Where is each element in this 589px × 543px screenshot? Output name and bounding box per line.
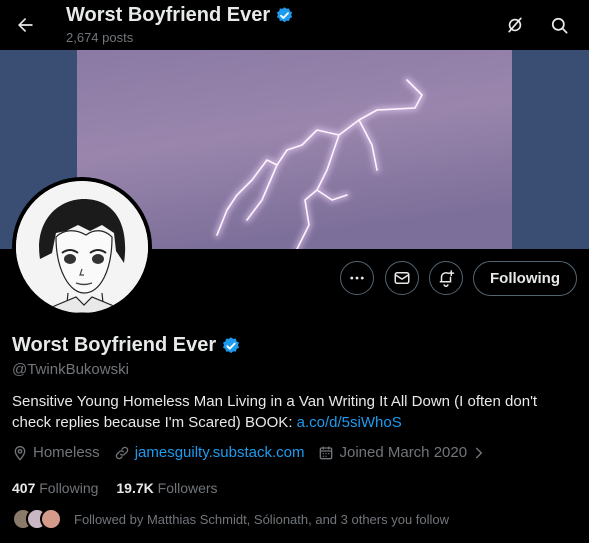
back-arrow-icon xyxy=(18,18,33,32)
joined-text: Joined March 2020 xyxy=(339,444,468,461)
following-stat[interactable]: 407 Following xyxy=(12,480,98,496)
chevron-right-icon xyxy=(476,447,483,458)
followers-label: Followers xyxy=(157,480,218,496)
header-title: Worst Boyfriend Ever xyxy=(66,4,271,26)
mutual-avatar xyxy=(40,508,62,530)
message-button[interactable] xyxy=(385,261,419,295)
search-button[interactable] xyxy=(544,10,574,40)
verified-badge-icon xyxy=(277,6,293,22)
notification-bell-icon xyxy=(439,270,455,287)
website-item: jamesguilty.substack.com xyxy=(114,444,305,461)
top-bar: Worst Boyfriend Ever 2,674 posts xyxy=(0,0,589,50)
display-name: Worst Boyfriend Ever xyxy=(12,334,217,356)
link-icon xyxy=(115,446,128,459)
search-icon xyxy=(551,17,567,33)
location-text: Homeless xyxy=(33,444,100,461)
header-title-block: Worst Boyfriend Ever 2,674 posts xyxy=(66,3,294,45)
profile-bio: Sensitive Young Homeless Man Living in a… xyxy=(12,391,577,433)
more-button[interactable] xyxy=(340,261,374,295)
location-pin-icon xyxy=(14,445,26,461)
profile-stats: 407 Following 19.7K Followers xyxy=(12,480,236,496)
following-count: 407 xyxy=(12,480,36,496)
grok-button[interactable] xyxy=(500,10,530,40)
profile-handle: @TwinkBukowski xyxy=(12,361,129,378)
notifications-button[interactable] xyxy=(429,261,463,295)
profile-name-row: Worst Boyfriend Ever xyxy=(12,334,241,357)
bio-text: Sensitive Young Homeless Man Living in a… xyxy=(12,393,538,431)
profile-meta: Homeless jamesguilty.substack.com Joined… xyxy=(12,444,500,461)
followed-by-text: Followed by Matthias Schmidt, Sólionath,… xyxy=(74,511,450,527)
followers-count: 19.7K xyxy=(116,480,154,496)
mail-icon xyxy=(394,272,410,284)
location-item: Homeless xyxy=(12,444,100,461)
more-icon xyxy=(350,276,364,280)
profile-avatar[interactable] xyxy=(12,177,152,317)
website-link[interactable]: jamesguilty.substack.com xyxy=(135,444,305,461)
posts-count: 2,674 posts xyxy=(66,30,134,45)
avatar-image xyxy=(16,181,148,313)
following-label: Following xyxy=(39,480,99,496)
back-button[interactable] xyxy=(10,10,40,40)
followers-stat[interactable]: 19.7K Followers xyxy=(116,480,217,496)
joined-item[interactable]: Joined March 2020 xyxy=(318,444,486,461)
bio-link[interactable]: a.co/d/5siWhoS xyxy=(297,414,402,431)
following-button[interactable]: Following xyxy=(473,261,577,296)
grok-icon xyxy=(508,17,522,33)
verified-badge-icon[interactable] xyxy=(221,336,241,356)
followed-by-row[interactable]: Followed by Matthias Schmidt, Sólionath,… xyxy=(12,508,449,530)
calendar-icon xyxy=(320,446,333,459)
